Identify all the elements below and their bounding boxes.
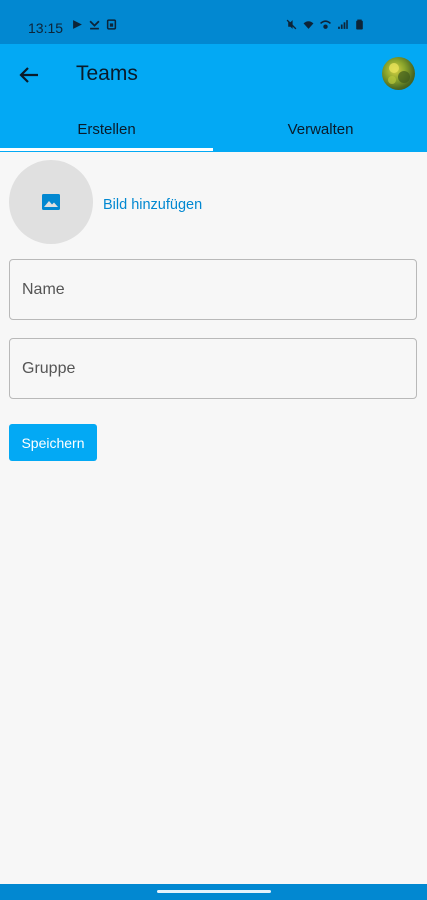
page-title: Teams	[76, 62, 138, 85]
tab-manage-label: Verwalten	[287, 121, 354, 138]
name-field	[9, 259, 417, 320]
home-gesture-handle[interactable]	[157, 890, 271, 893]
image-picker[interactable]	[9, 160, 93, 244]
missed-call-icon	[89, 20, 100, 30]
tab-manage[interactable]: Verwalten	[214, 107, 427, 152]
status-left-icons	[72, 19, 117, 30]
status-right-icons	[286, 19, 365, 30]
group-field	[9, 338, 417, 399]
play-icon	[73, 20, 82, 29]
mute-icon	[286, 19, 297, 30]
wifi-icon	[303, 21, 314, 29]
image-icon	[42, 194, 60, 210]
save-button[interactable]: Speichern	[9, 424, 97, 461]
avatar[interactable]	[382, 57, 415, 90]
battery-icon	[356, 19, 363, 30]
signal-icon	[338, 20, 348, 29]
status-time: 13:15	[28, 20, 64, 36]
add-image-link[interactable]: Bild hinzufügen	[103, 197, 202, 213]
arrow-left-icon	[19, 67, 38, 83]
avatar-image	[388, 63, 410, 84]
wifi-call-icon	[320, 20, 331, 29]
sim-icon	[106, 19, 117, 30]
tab-indicator	[0, 148, 213, 151]
group-input[interactable]	[10, 339, 416, 398]
tab-create[interactable]: Erstellen	[0, 107, 213, 152]
tab-create-label: Erstellen	[77, 121, 136, 138]
navigation-bar	[0, 884, 427, 900]
name-input[interactable]	[10, 260, 416, 319]
back-button[interactable]	[12, 60, 48, 90]
app-bar: Teams Erstellen Verwalten	[0, 44, 427, 152]
status-bar: 13:15	[0, 0, 427, 44]
